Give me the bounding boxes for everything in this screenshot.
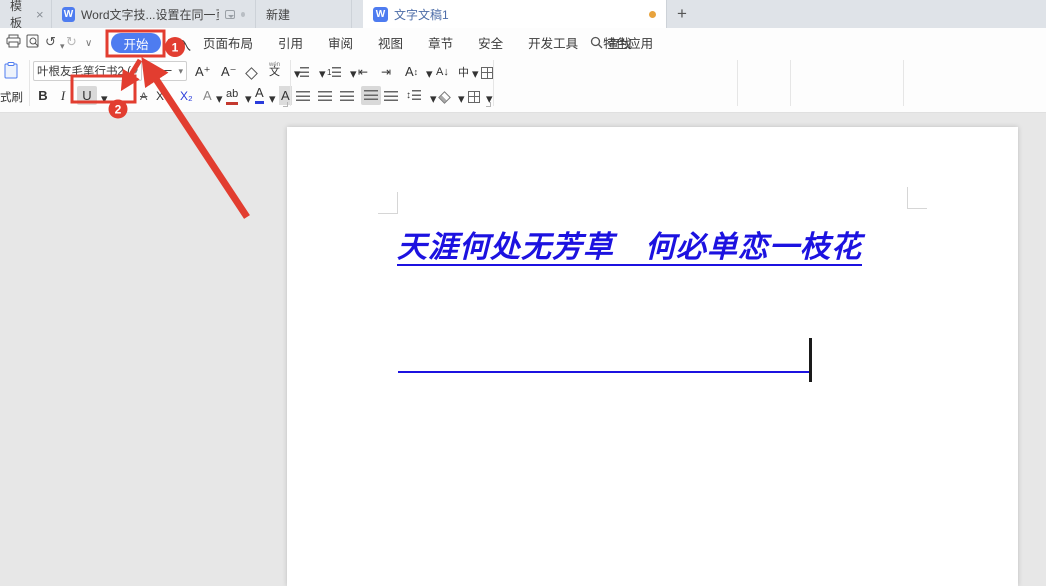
- format-painter-button[interactable]: 式刷: [0, 87, 23, 106]
- redo-icon[interactable]: ↻: [66, 34, 77, 50]
- decrease-indent-icon[interactable]: ⇤: [358, 62, 368, 81]
- text-effects-dropdown-icon[interactable]: ▾: [216, 89, 223, 108]
- shading-dropdown-icon[interactable]: ▾: [458, 89, 465, 108]
- tab-template-label: 模板: [10, 0, 22, 28]
- tab-word-tips-label: Word文字技...设置在同一页面: [81, 6, 219, 23]
- document-heading-text[interactable]: 天涯何处无芳草 何必单恋一枝花: [397, 222, 862, 266]
- print-preview-icon[interactable]: [26, 34, 41, 52]
- tab-template[interactable]: 模板 ×: [0, 0, 52, 28]
- tab-insert[interactable]: 插入: [166, 35, 191, 54]
- distribute-text-icon[interactable]: [384, 87, 398, 106]
- document-canvas: 天涯何处无芳草 何必单恋一枝花: [0, 113, 1046, 586]
- strikethrough-button[interactable]: A: [140, 87, 147, 106]
- highlight-button[interactable]: ab: [226, 86, 238, 105]
- tab-section[interactable]: 章节: [428, 33, 453, 52]
- align-left-icon[interactable]: [296, 87, 310, 106]
- unsaved-dot: [649, 11, 656, 18]
- cjk-layout-dropdown-icon[interactable]: ▾: [472, 64, 479, 83]
- wps-writer-window: 模板 × W Word文字技...设置在同一页面 新建 W 文字文稿1 +: [0, 0, 1046, 586]
- cjk-layout-icon[interactable]: 中: [458, 62, 469, 81]
- tab-references[interactable]: 引用: [278, 33, 303, 52]
- shading-icon[interactable]: [440, 88, 449, 107]
- paste-icon[interactable]: [4, 61, 18, 80]
- borders-icon[interactable]: [468, 87, 480, 106]
- tab-dev-tools[interactable]: 开发工具: [528, 33, 578, 52]
- grow-font-button[interactable]: A⁺: [195, 62, 211, 81]
- close-icon[interactable]: ×: [36, 7, 44, 22]
- undo-icon[interactable]: ↺: [45, 34, 56, 50]
- collapse-ribbon-icon[interactable]: ∨: [85, 36, 92, 52]
- new-tab-button[interactable]: +: [667, 0, 697, 28]
- shrink-font-button[interactable]: A⁻: [221, 62, 237, 81]
- margin-cropmark-right: [907, 187, 927, 209]
- tab-active-label: 文字文稿1: [394, 6, 449, 23]
- search-icon: [590, 36, 603, 49]
- font-name-value: 叶根友毛笔行书2.(: [37, 63, 131, 79]
- chevron-down-icon: ▾: [133, 66, 138, 77]
- font-name-select[interactable]: 叶根友毛笔行书2.( ▾: [33, 61, 142, 81]
- justify-icon[interactable]: [361, 86, 381, 105]
- tab-word-tips[interactable]: W Word文字技...设置在同一页面: [52, 0, 256, 28]
- tab-wenzi-wengao1[interactable]: W 文字文稿1: [363, 0, 667, 28]
- wps-writer-icon: W: [373, 7, 388, 22]
- font-size-value: 小一: [149, 63, 172, 79]
- tab-home-active[interactable]: 开始: [111, 33, 161, 53]
- chevron-down-icon: ▾: [178, 66, 183, 77]
- tab-view[interactable]: 视图: [378, 33, 403, 52]
- superscript-button[interactable]: X²: [156, 86, 168, 105]
- align-right-icon[interactable]: [340, 87, 354, 106]
- underline-dropdown-icon[interactable]: ▾: [101, 89, 108, 108]
- ribbon-tabs: 页面布局 引用 审阅 视图 章节 安全 开发工具 特色应用: [203, 28, 653, 56]
- tab-new-label: 新建: [266, 6, 290, 23]
- bold-button[interactable]: B: [36, 86, 50, 105]
- align-center-icon[interactable]: [318, 87, 332, 106]
- sort-icon[interactable]: A↓: [436, 62, 449, 81]
- tab-security[interactable]: 安全: [478, 33, 503, 52]
- text-effects-button[interactable]: A: [203, 86, 212, 105]
- document-page[interactable]: 天涯何处无芳草 何必单恋一枝花: [287, 127, 1018, 586]
- empty-underline-segment: [398, 371, 812, 373]
- margin-cropmark-left: [378, 192, 398, 214]
- text-caret: [809, 338, 812, 382]
- line-spacing-icon[interactable]: ↕: [406, 86, 421, 105]
- underline-button[interactable]: U: [77, 86, 97, 105]
- numbering-icon[interactable]: 1: [327, 63, 341, 82]
- font-color-button[interactable]: A: [255, 85, 264, 104]
- numbering-dropdown-icon[interactable]: ▾: [350, 64, 357, 83]
- comment-icon: [225, 10, 235, 19]
- line-spacing-dropdown-icon[interactable]: ▾: [430, 89, 437, 108]
- tab-page-layout[interactable]: 页面布局: [203, 33, 253, 52]
- font-color-dropdown-icon[interactable]: ▾: [269, 89, 276, 108]
- home-ribbon-toolbar: 式刷 叶根友毛笔行书2.( ▾ 小一 ▾ A⁺ A⁻ wén 文 ▾ B I U…: [0, 56, 1046, 113]
- font-size-select[interactable]: 小一 ▾: [145, 61, 187, 81]
- tab-new[interactable]: 新建: [256, 0, 352, 28]
- find-button[interactable]: 查找: [590, 28, 632, 56]
- document-tab-bar: 模板 × W Word文字技...设置在同一页面 新建 W 文字文稿1 +: [0, 0, 1046, 28]
- text-scale-dropdown-icon[interactable]: ▾: [426, 64, 433, 83]
- find-label: 查找: [607, 33, 632, 52]
- print-icon[interactable]: [6, 34, 21, 52]
- undo-dropdown-icon[interactable]: ▾: [60, 38, 65, 54]
- distribute-table-icon[interactable]: [481, 63, 493, 82]
- increase-indent-icon[interactable]: ⇥: [381, 62, 391, 81]
- highlight-dropdown-icon[interactable]: ▾: [245, 89, 252, 108]
- bullets-icon[interactable]: •: [296, 63, 309, 82]
- pinyin-guide-button[interactable]: wén 文: [269, 59, 280, 78]
- italic-button[interactable]: I: [57, 86, 69, 105]
- subscript-button[interactable]: X₂: [180, 86, 193, 105]
- tab-status-dot: [241, 12, 245, 17]
- bullets-dropdown-icon[interactable]: ▾: [319, 64, 326, 83]
- wps-writer-icon: W: [62, 7, 75, 22]
- tab-review[interactable]: 审阅: [328, 33, 353, 52]
- clear-format-icon[interactable]: [247, 64, 256, 83]
- text-scale-icon[interactable]: A↕: [405, 62, 418, 81]
